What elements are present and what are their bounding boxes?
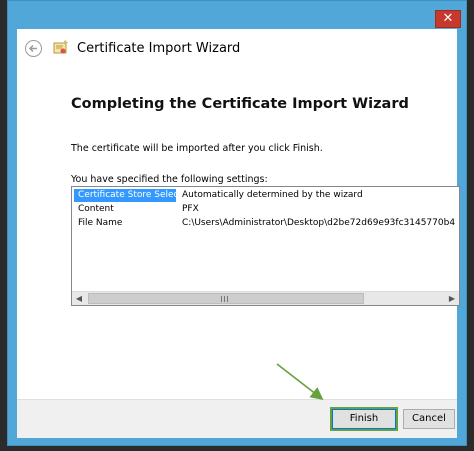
annotation-arrow-icon	[276, 363, 324, 400]
